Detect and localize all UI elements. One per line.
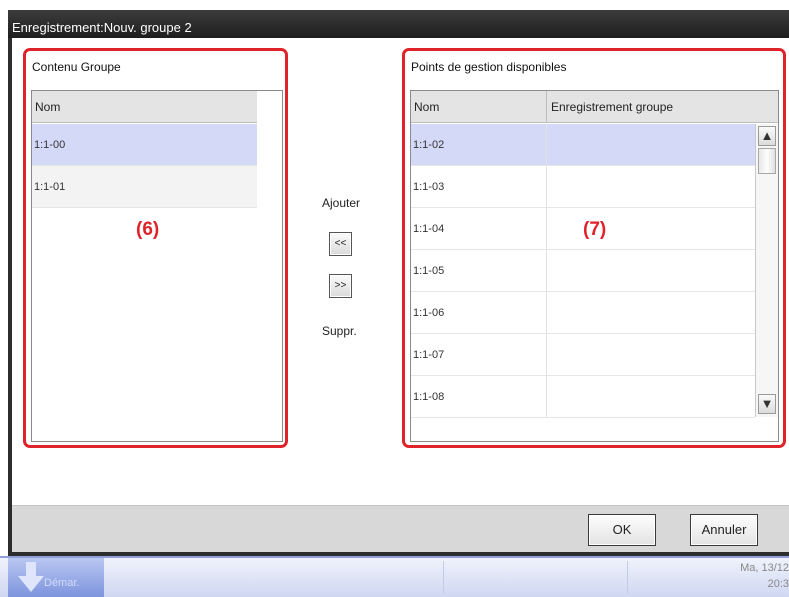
remove-label: Suppr.	[322, 324, 357, 338]
scroll-up-icon[interactable]: ▲	[758, 126, 776, 146]
registration-dialog: Enregistrement:Nouv. groupe 2 Contenu Gr…	[8, 10, 789, 556]
points-scrollbar[interactable]: ▲ ▼	[755, 124, 778, 417]
group-table-header: Nom	[32, 91, 257, 123]
group-row-1[interactable]: 1:1-01	[32, 166, 257, 208]
points-row-0[interactable]: 1:1-02	[411, 124, 755, 166]
group-row-0[interactable]: 1:1-00	[32, 124, 257, 166]
group-content-table: Nom 1:1-00 1:1-01 (6)	[31, 90, 283, 442]
points-row-4[interactable]: 1:1-06	[411, 292, 755, 334]
points-row-group	[548, 208, 550, 249]
down-arrow-icon	[18, 562, 44, 592]
points-row-1[interactable]: 1:1-03	[411, 166, 755, 208]
points-row-group	[548, 124, 550, 165]
points-row-group	[548, 334, 550, 375]
points-row-name: 1:1-07	[411, 334, 547, 375]
points-row-group	[548, 292, 550, 333]
cancel-button[interactable]: Annuler	[690, 514, 758, 546]
ok-button[interactable]: OK	[588, 514, 656, 546]
points-col-name[interactable]: Nom	[411, 91, 547, 123]
points-row-group	[548, 376, 550, 417]
dialog-title: Enregistrement:Nouv. groupe 2	[8, 10, 789, 38]
points-row-group	[548, 166, 550, 207]
points-row-3[interactable]: 1:1-05	[411, 250, 755, 292]
clock-time: 20:3	[767, 578, 789, 590]
add-button[interactable]: <<	[329, 232, 352, 256]
points-row-group	[548, 250, 550, 291]
points-col-group[interactable]: Enregistrement groupe	[548, 91, 755, 123]
add-label: Ajouter	[322, 196, 361, 210]
points-callout: (7)	[583, 219, 607, 240]
taskbar: Démar. Ma, 13/12 20:3	[0, 556, 789, 597]
scroll-down-icon[interactable]: ▼	[758, 394, 776, 414]
taskbar-divider	[443, 561, 444, 594]
group-row-name: 1:1-00	[34, 139, 66, 151]
points-table: Nom Enregistrement groupe 1:1-02 1:1-03 …	[410, 90, 779, 442]
dialog-button-bar: OK Annuler	[12, 505, 789, 552]
points-label: Points de gestion disponibles	[411, 60, 567, 74]
clock-date: Ma, 13/12	[740, 562, 789, 574]
group-callout: (6)	[136, 219, 160, 240]
group-content-label: Contenu Groupe	[32, 60, 121, 74]
points-row-name: 1:1-02	[411, 124, 547, 165]
points-row-name: 1:1-04	[411, 208, 547, 249]
points-row-5[interactable]: 1:1-07	[411, 334, 755, 376]
remove-button[interactable]: >>	[329, 274, 352, 298]
scroll-thumb[interactable]	[758, 148, 776, 174]
start-label: Démar.	[44, 577, 80, 589]
points-row-name: 1:1-08	[411, 376, 547, 417]
taskbar-divider	[627, 561, 628, 594]
points-row-name: 1:1-06	[411, 292, 547, 333]
dialog-content: Contenu Groupe Nom 1:1-00 1:1-01 (6) Ajo…	[12, 38, 789, 552]
points-table-header: Nom Enregistrement groupe	[411, 91, 778, 123]
start-button[interactable]: Démar.	[8, 558, 104, 597]
points-row-6[interactable]: 1:1-08	[411, 376, 755, 418]
group-row-name: 1:1-01	[34, 181, 66, 193]
group-col-name[interactable]: Nom	[32, 91, 257, 123]
points-row-name: 1:1-05	[411, 250, 547, 291]
points-row-name: 1:1-03	[411, 166, 547, 207]
